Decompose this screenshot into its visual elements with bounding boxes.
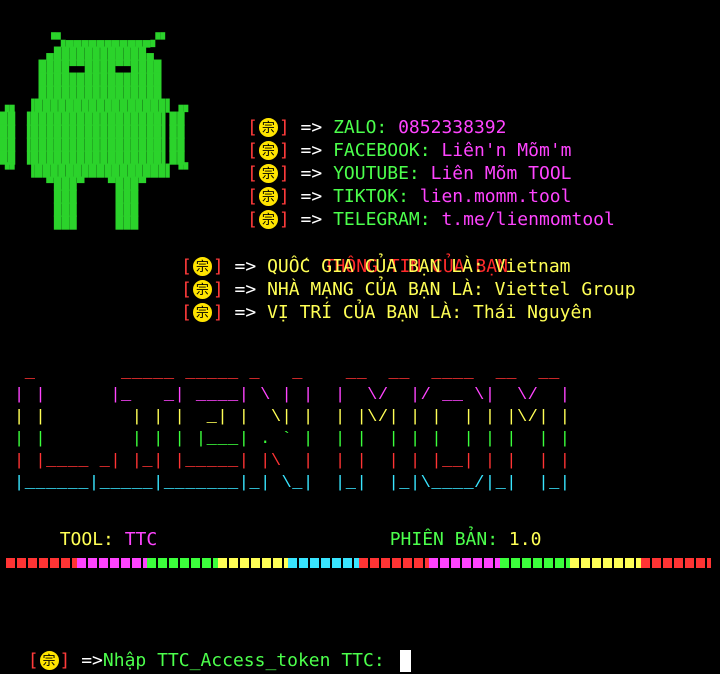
divider-segment xyxy=(288,558,359,568)
seal-icon: 宗 xyxy=(192,256,212,276)
divider-segment xyxy=(570,558,641,568)
contact-row: [宗] => ZALO: 0852338392 xyxy=(247,116,506,139)
bracket-close: ] xyxy=(212,279,224,300)
divider-segment xyxy=(217,558,288,568)
contact-label: TIKTOK: xyxy=(333,186,409,207)
banner-line: | | |_ _| ____| \ | | | \/ |/ __ \| \/ | xyxy=(14,386,571,405)
version-label: PHIÊN BẢN: xyxy=(389,529,499,550)
contact-row: [宗] => TELEGRAM: t.me/lienmomtool xyxy=(247,208,615,231)
banner-line: | | | | | |___| . ` | | | | | | | | | | … xyxy=(14,430,571,449)
seal-icon: 宗 xyxy=(258,117,278,137)
divider-segment xyxy=(147,558,218,568)
banner-line: _ _____ _____ _ _ __ __ ____ __ __ xyxy=(24,364,560,383)
text-cursor[interactable] xyxy=(399,650,411,672)
version-value: 1.0 xyxy=(508,529,542,550)
contact-value: 0852338392 xyxy=(398,117,507,138)
prompt-arrow: => xyxy=(81,650,103,671)
bracket-open: [ xyxy=(247,163,258,184)
seal-icon: 宗 xyxy=(258,186,278,206)
contact-row: [宗] => YOUTUBE: Liên Mõm TOOL xyxy=(247,162,572,185)
bracket-close: ] xyxy=(278,186,290,207)
contact-value: Liên'n Mõm'm xyxy=(441,140,572,161)
arrow: => xyxy=(300,117,323,138)
seal-icon: 宗 xyxy=(258,209,278,229)
arrow: => xyxy=(234,279,257,300)
bracket-open: [ xyxy=(247,209,258,230)
seal-icon: 宗 xyxy=(192,302,212,322)
user-info-value: Vietnam xyxy=(494,256,571,277)
prompt-text: Nhập TTC_Access_token TTC: xyxy=(102,650,385,671)
contact-row: [宗] => TIKTOK: lien.momm.tool xyxy=(247,185,571,208)
seal-icon: 宗 xyxy=(192,279,212,299)
user-info-row: [宗] => NHÀ MẠNG CỦA BẠN LÀ: Viettel Grou… xyxy=(181,278,636,301)
user-info-label: VỊ TRÍ CỦA BẠN LÀ: xyxy=(267,302,463,323)
user-info-row: [宗] => VỊ TRÍ CỦA BẠN LÀ: Thái Nguyên xyxy=(181,301,592,324)
lien-mom-banner: _ _____ _____ _ _ __ __ ____ __ __ | | |… xyxy=(14,363,571,495)
seal-icon: 宗 xyxy=(258,163,278,183)
arrow: => xyxy=(300,163,323,184)
tool-row: TOOL: TTC xyxy=(38,508,158,550)
rainbow-divider xyxy=(6,558,711,568)
user-info-label: QUỐC GIA CỦA BẠN LÀ: xyxy=(267,256,484,277)
contact-value: lien.momm.tool xyxy=(419,186,572,207)
user-info-label: NHÀ MẠNG CỦA BẠN LÀ: xyxy=(267,279,484,300)
bracket-open: [ xyxy=(181,302,192,323)
contact-label: ZALO: xyxy=(333,117,388,138)
contact-value: Liên Mõm TOOL xyxy=(430,163,572,184)
bracket-open: [ xyxy=(181,279,192,300)
bracket-close: ] xyxy=(212,256,224,277)
bracket-close: ] xyxy=(212,302,224,323)
bracket-close: ] xyxy=(278,209,290,230)
tool-value: TTC xyxy=(124,529,158,550)
seal-icon: 宗 xyxy=(258,140,278,160)
tool-label: TOOL: xyxy=(59,529,114,550)
contact-label: YOUTUBE: xyxy=(333,163,420,184)
arrow: => xyxy=(300,140,323,161)
divider-segment xyxy=(640,558,711,568)
bracket-open: [ xyxy=(247,117,258,138)
banner-line: |______|_____|_______|_| \_| |_| |_|\___… xyxy=(14,474,571,493)
divider-segment xyxy=(429,558,500,568)
version-row: PHIÊN BẢN: 1.0 xyxy=(368,508,542,550)
divider-segment xyxy=(6,558,77,568)
user-info-value: Thái Nguyên xyxy=(472,302,593,323)
arrow: => xyxy=(300,209,323,230)
token-prompt[interactable]: [宗] =>Nhập TTC_Access_token TTC: xyxy=(6,622,411,672)
banner-line: | |____ _| |_| |_____| |\ | | | | | |__|… xyxy=(14,452,571,471)
bracket-close: ] xyxy=(278,117,290,138)
contact-label: FACEBOOK: xyxy=(333,140,431,161)
contact-label: TELEGRAM: xyxy=(333,209,431,230)
bracket-open: [ xyxy=(181,256,192,277)
android-ascii-art: ▝▚▄▄▄▄▄▄▄▄▄▄▄▞▘ ▄████████████▄ ████▀▀███… xyxy=(0,33,194,230)
divider-segment xyxy=(358,558,429,568)
arrow: => xyxy=(234,256,257,277)
bracket-open: [ xyxy=(247,186,258,207)
divider-segment xyxy=(499,558,570,568)
user-info-row: [宗] => QUỐC GIA CỦA BẠN LÀ: Vietnam xyxy=(181,255,571,278)
contact-value: t.me/lienmomtool xyxy=(441,209,615,230)
user-info-value: Viettel Group xyxy=(494,279,636,300)
arrow: => xyxy=(234,302,257,323)
contact-row: [宗] => FACEBOOK: Liên'n Mõm'm xyxy=(247,139,572,162)
bracket-close: ] xyxy=(278,163,290,184)
bracket-open: [ xyxy=(247,140,258,161)
banner-line: | | | | | _| | \| | | |\/| | | | | |\/| … xyxy=(14,408,571,427)
divider-segment xyxy=(76,558,147,568)
prompt-bracket-open: [ xyxy=(27,650,39,671)
arrow: => xyxy=(300,186,323,207)
bracket-close: ] xyxy=(278,140,290,161)
info-title: THÔNG TIN CỦA BẠN xyxy=(302,232,508,277)
prompt-bracket-close: ] xyxy=(59,650,71,671)
